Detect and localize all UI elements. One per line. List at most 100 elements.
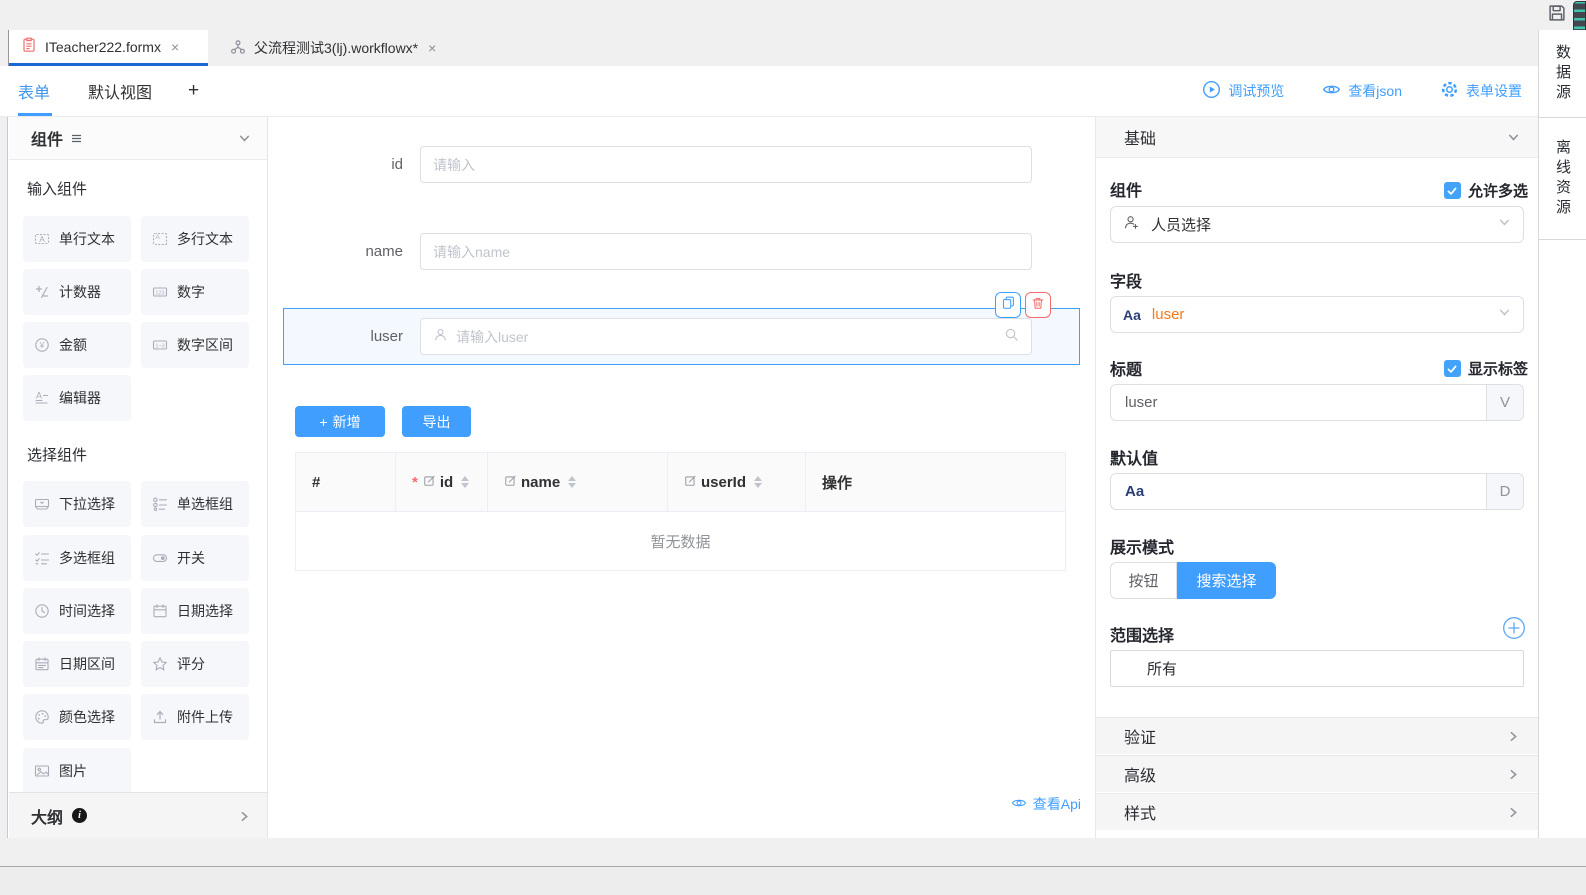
allow-multi-checkbox-row[interactable]: 允许多选 bbox=[1444, 180, 1528, 201]
right-rail: 数据源 离线资源 bbox=[1538, 30, 1586, 838]
tab-form[interactable]: 表单 bbox=[18, 79, 50, 103]
copy-icon bbox=[1001, 295, 1016, 315]
section-validation[interactable]: 验证 bbox=[1096, 717, 1538, 754]
add-row-button[interactable]: + 新增 bbox=[295, 406, 385, 437]
close-icon[interactable]: × bbox=[171, 39, 179, 55]
sort-icon[interactable] bbox=[754, 476, 762, 488]
plus-circle-icon bbox=[1502, 616, 1526, 640]
add-range-button[interactable] bbox=[1502, 616, 1526, 640]
chevron-right-icon bbox=[1507, 730, 1520, 748]
close-icon[interactable]: × bbox=[428, 40, 436, 56]
form-file-icon bbox=[21, 37, 37, 56]
checkbox-checked-icon[interactable] bbox=[1444, 182, 1461, 199]
range-select-label: 范围选择 bbox=[1110, 622, 1174, 646]
tile-date-range[interactable]: 日期区间 bbox=[23, 641, 131, 687]
chevron-down-icon[interactable] bbox=[1507, 131, 1520, 149]
time-picker-icon bbox=[34, 603, 50, 619]
add-view-button[interactable]: + bbox=[188, 80, 199, 102]
section-basic-header[interactable]: 基础 bbox=[1096, 117, 1538, 158]
data-source-label: 数据源 bbox=[1552, 44, 1573, 104]
display-mode-option-search-select[interactable]: 搜索选择 bbox=[1177, 562, 1276, 599]
show-label-label: 显示标签 bbox=[1468, 358, 1528, 379]
tile-time-picker[interactable]: 时间选择 bbox=[23, 588, 131, 634]
svg-text:A: A bbox=[39, 235, 45, 244]
section-style[interactable]: 样式 bbox=[1096, 793, 1538, 830]
tile-editor[interactable]: A 编辑器 bbox=[23, 375, 131, 421]
color-picker-icon bbox=[34, 709, 50, 725]
left-gutter bbox=[0, 117, 8, 838]
tile-image[interactable]: 图片 bbox=[23, 748, 131, 792]
svg-text:A: A bbox=[155, 234, 160, 241]
offline-resources-label: 离线资源 bbox=[1552, 139, 1573, 219]
field-select[interactable]: Aa luser bbox=[1110, 296, 1524, 333]
text-type-chip: Aa bbox=[1123, 307, 1141, 323]
save-button[interactable] bbox=[1546, 4, 1568, 26]
col-id[interactable]: * id bbox=[396, 453, 488, 511]
copy-component-button[interactable] bbox=[995, 292, 1021, 318]
tile-amount[interactable]: ¥ 金额 bbox=[23, 322, 131, 368]
checkbox-checked-icon[interactable] bbox=[1444, 360, 1461, 377]
view-json-button[interactable]: 查看json bbox=[1322, 80, 1402, 102]
sort-icon[interactable] bbox=[568, 476, 576, 488]
allow-multi-label: 允许多选 bbox=[1468, 180, 1528, 201]
form-settings-button[interactable]: 表单设置 bbox=[1440, 80, 1522, 102]
amount-icon: ¥ bbox=[34, 337, 50, 353]
tile-number-range[interactable]: 1~3 数字区间 bbox=[141, 322, 249, 368]
tile-counter[interactable]: 计数器 bbox=[23, 269, 131, 315]
form-settings-label: 表单设置 bbox=[1466, 81, 1522, 101]
show-label-checkbox-row[interactable]: 显示标签 bbox=[1444, 358, 1528, 379]
col-id-label: id bbox=[440, 474, 453, 491]
components-panel-header[interactable]: 组件 bbox=[9, 117, 267, 160]
field-input-id[interactable]: 请输入 bbox=[420, 146, 1032, 183]
rail-item-offline-resources[interactable]: 离线资源 bbox=[1539, 118, 1586, 240]
col-userid[interactable]: userId bbox=[668, 453, 806, 511]
range-select-input[interactable]: 所有 bbox=[1110, 650, 1524, 687]
svg-text:A: A bbox=[36, 391, 42, 401]
title-input[interactable]: luser V bbox=[1110, 384, 1524, 421]
tile-color-picker[interactable]: 颜色选择 bbox=[23, 694, 131, 740]
section-advanced[interactable]: 高级 bbox=[1096, 755, 1538, 792]
field-input-luser[interactable]: 请输入luser bbox=[420, 318, 1032, 355]
view-api-link[interactable]: 查看Api bbox=[1011, 794, 1081, 814]
workflow-icon bbox=[230, 39, 246, 58]
col-name[interactable]: name bbox=[488, 453, 668, 511]
form-canvas: id 请输入 name 请输入name luser 请输入luser + 新增 … bbox=[268, 117, 1096, 838]
tile-radio-group[interactable]: 单选框组 bbox=[141, 481, 249, 527]
title-value: luser bbox=[1125, 394, 1158, 411]
tile-switch[interactable]: 开关 bbox=[141, 535, 249, 581]
rail-item-data-source[interactable]: 数据源 bbox=[1539, 30, 1586, 118]
col-userid-label: userId bbox=[701, 474, 746, 491]
tab-form-underline bbox=[18, 113, 52, 116]
field-input-name[interactable]: 请输入name bbox=[420, 233, 1032, 270]
single-line-text-icon: A bbox=[34, 231, 50, 247]
tile-date-picker[interactable]: 日期选择 bbox=[141, 588, 249, 634]
chevron-right-icon[interactable] bbox=[238, 810, 251, 828]
section-basic-title: 基础 bbox=[1124, 125, 1156, 149]
default-dynamic-button[interactable]: D bbox=[1486, 474, 1523, 509]
bottom-taskbar-strip bbox=[0, 866, 1586, 895]
sort-icon[interactable] bbox=[461, 476, 469, 488]
component-type-select[interactable]: 人员选择 bbox=[1110, 206, 1524, 243]
export-button[interactable]: 导出 bbox=[402, 406, 471, 437]
file-tab-form[interactable]: ITeacher222.formx × bbox=[9, 30, 208, 66]
tab-default-view[interactable]: 默认视图 bbox=[88, 79, 152, 103]
gear-icon bbox=[1440, 80, 1459, 102]
tile-single-line-text[interactable]: A 单行文本 bbox=[23, 216, 131, 262]
delete-component-button[interactable] bbox=[1025, 292, 1051, 318]
chevron-down-icon[interactable] bbox=[238, 132, 251, 150]
debug-preview-button[interactable]: 调试预览 bbox=[1202, 80, 1284, 102]
input-placeholder: 请输入luser bbox=[456, 327, 996, 347]
window-top-strip bbox=[0, 0, 1586, 30]
tile-multi-line-text[interactable]: A 多行文本 bbox=[141, 216, 249, 262]
outline-bar[interactable]: 大纲 i bbox=[9, 792, 267, 838]
tile-rating[interactable]: 评分 bbox=[141, 641, 249, 687]
section-input-components: 输入组件 bbox=[27, 178, 87, 199]
title-variable-button[interactable]: V bbox=[1486, 385, 1523, 420]
tile-dropdown-select[interactable]: 下拉选择 bbox=[23, 481, 131, 527]
tile-number[interactable]: 123 数字 bbox=[141, 269, 249, 315]
tile-checkbox-group[interactable]: 多选框组 bbox=[23, 535, 131, 581]
tile-attachment-upload[interactable]: 附件上传 bbox=[141, 694, 249, 740]
default-value-input[interactable]: Aa D bbox=[1110, 473, 1524, 510]
file-tab-workflow[interactable]: 父流程测试3(lj).workflowx* × bbox=[218, 30, 448, 66]
display-mode-option-button[interactable]: 按钮 bbox=[1110, 562, 1177, 599]
